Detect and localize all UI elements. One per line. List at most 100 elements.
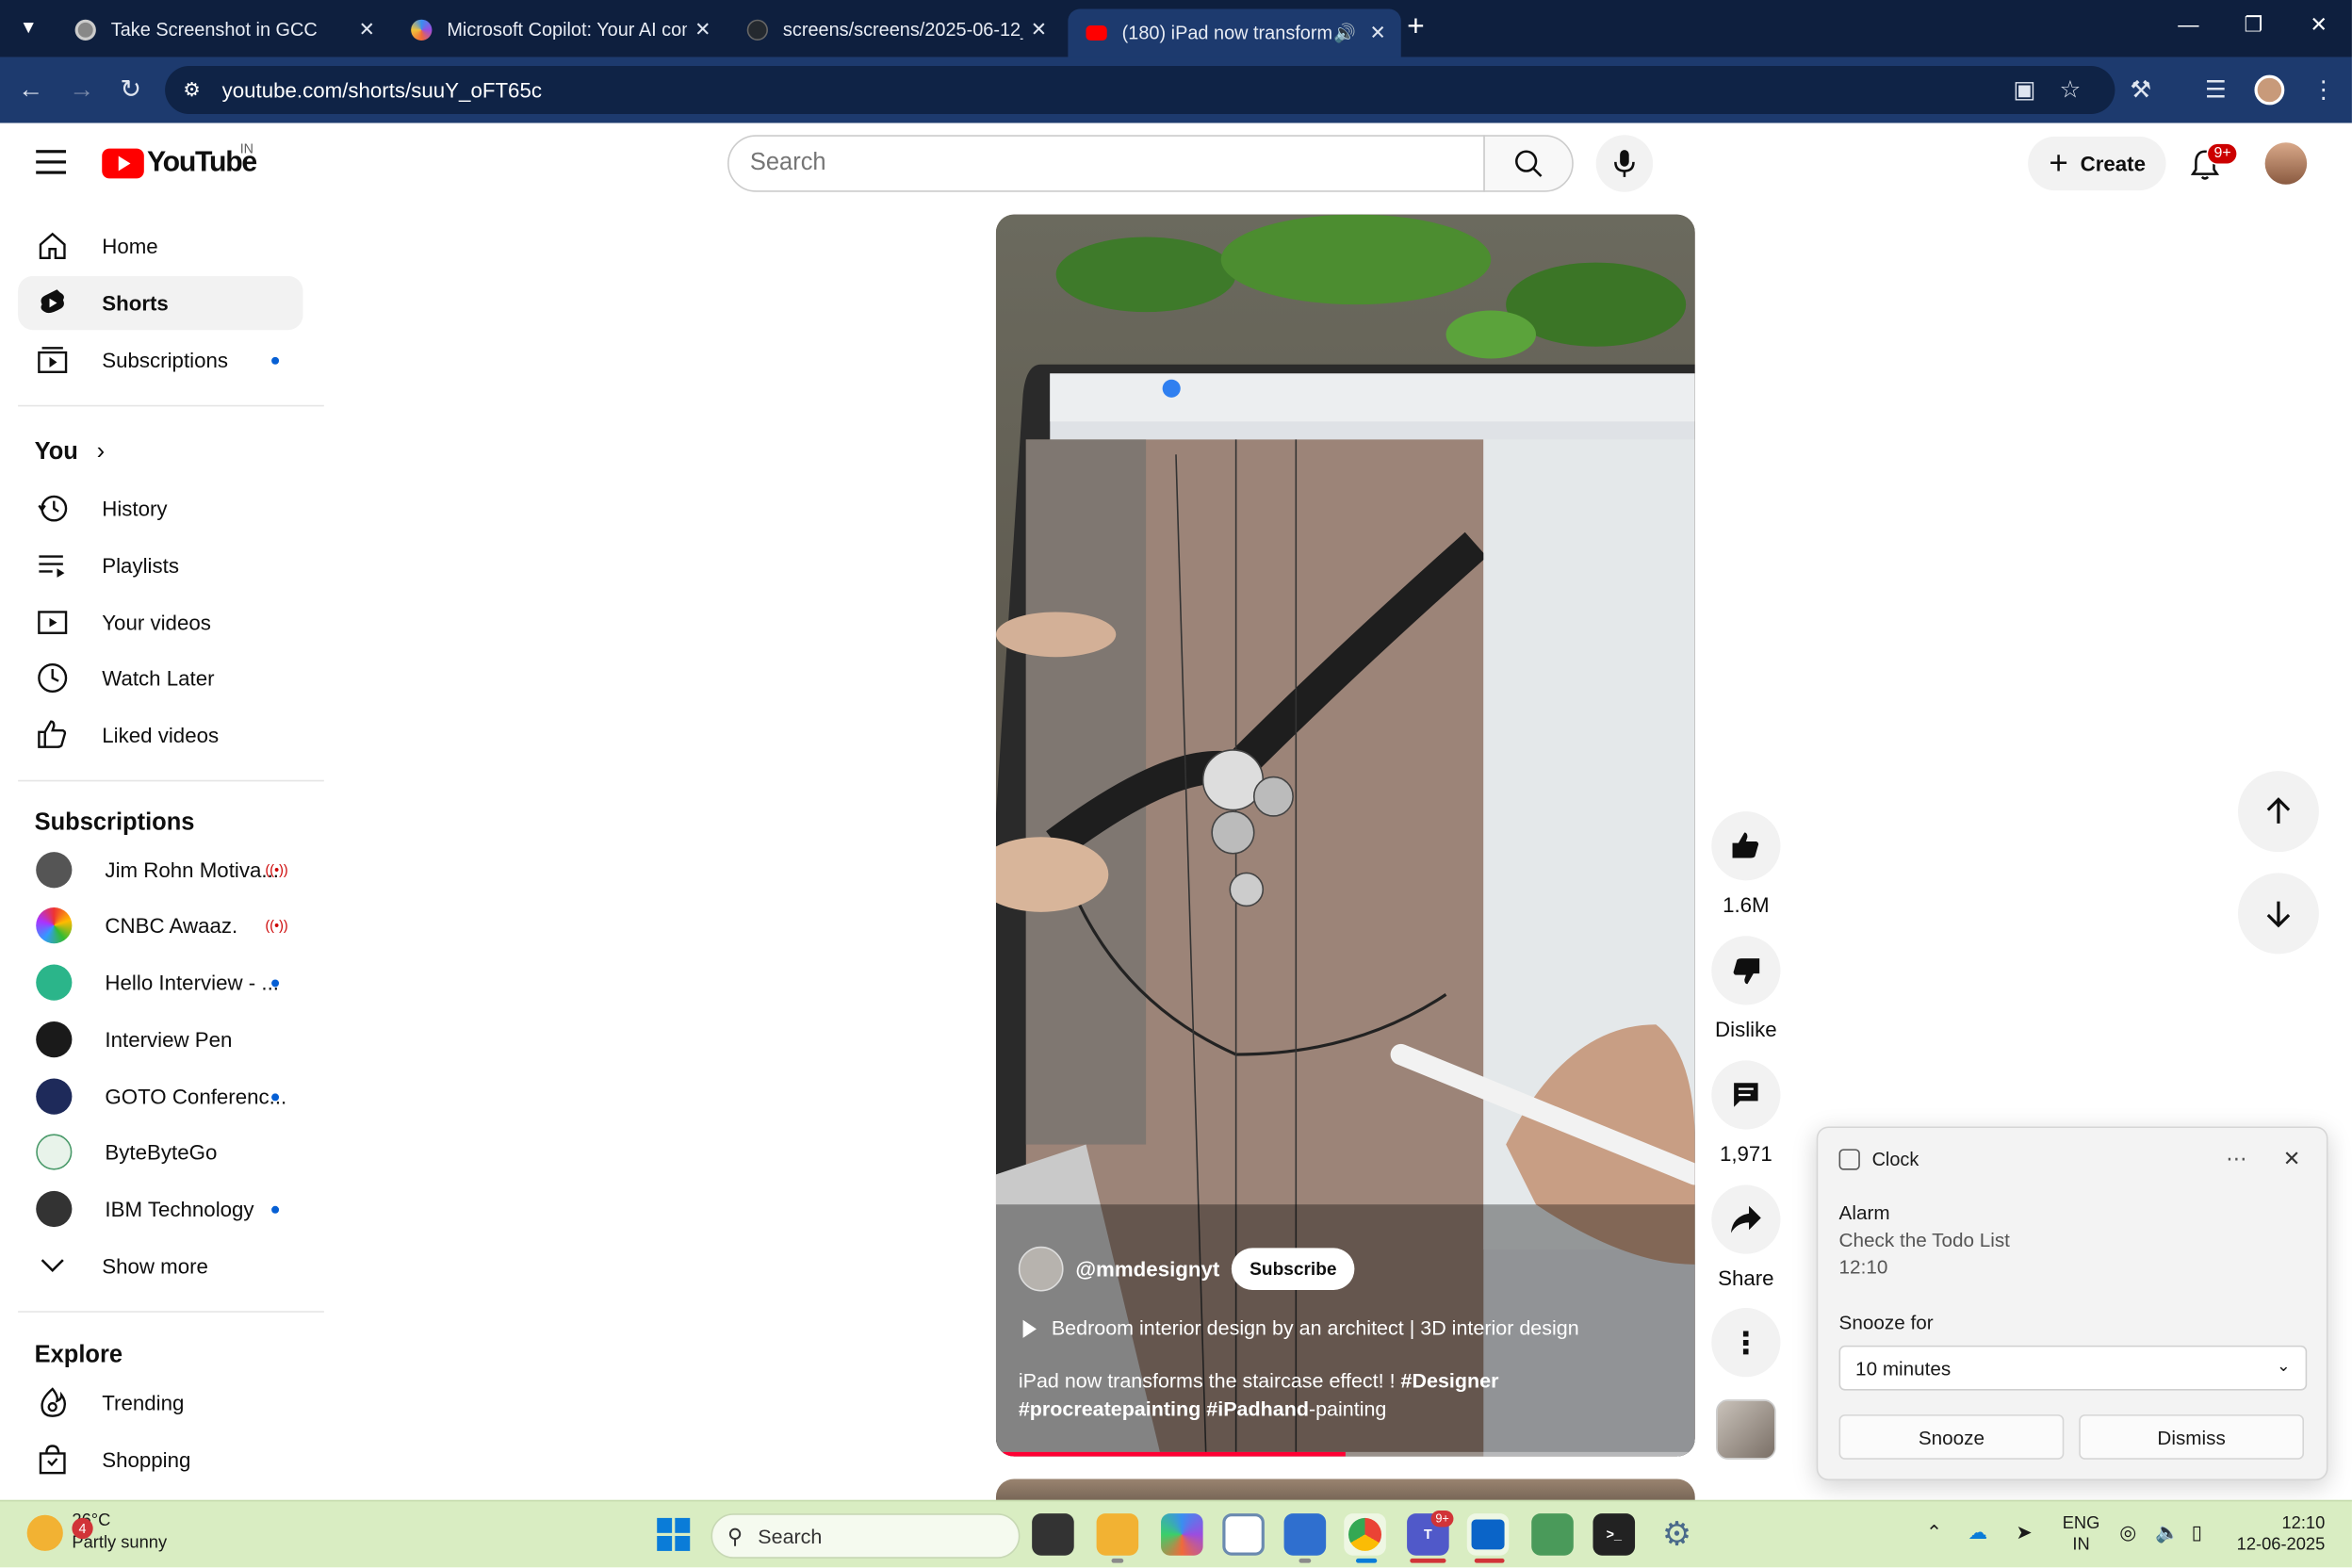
search-field[interactable] xyxy=(727,135,1485,192)
previous-short-button[interactable] xyxy=(2237,771,2319,853)
weather-widget[interactable]: 4 26°C Partly sunny xyxy=(26,1511,167,1556)
guide-menu-icon[interactable] xyxy=(36,150,67,174)
related-video-link[interactable]: Bedroom interior design by an architect … xyxy=(1022,1317,1579,1339)
address-bar[interactable]: ⚙ youtube.com/shorts/suuY_oFT65c xyxy=(165,66,2115,114)
sidebar-item-shorts[interactable]: Shorts xyxy=(18,275,303,331)
search-button[interactable] xyxy=(1483,135,1574,192)
wifi-icon[interactable]: ◎ xyxy=(2119,1521,2136,1544)
new-tab-button[interactable]: + xyxy=(1407,12,1425,42)
dismiss-button[interactable]: Dismiss xyxy=(2079,1414,2305,1460)
sidebar-item-subscriptions[interactable]: Subscriptions xyxy=(18,333,302,386)
back-icon[interactable]: ← xyxy=(18,75,43,106)
video-progress-bar[interactable] xyxy=(995,1451,1695,1457)
voice-search-button[interactable] xyxy=(1595,135,1654,192)
toast-close-icon[interactable]: ✕ xyxy=(2283,1146,2301,1171)
task-view-icon[interactable] xyxy=(1032,1513,1074,1556)
snooze-button[interactable]: Snooze xyxy=(1838,1414,2065,1460)
youtube-logo[interactable]: YouTube IN xyxy=(102,141,257,180)
microsoft-365-icon[interactable] xyxy=(1161,1513,1203,1556)
youtube-header: YouTube IN + Create 9+ xyxy=(0,122,2352,207)
minimize-icon[interactable]: — xyxy=(2178,12,2198,36)
close-tab-icon[interactable]: ✕ xyxy=(359,18,375,41)
close-tab-icon[interactable]: ✕ xyxy=(1369,21,1385,44)
like-button[interactable] xyxy=(1711,811,1781,881)
show-more-button[interactable]: Show more xyxy=(18,1239,302,1293)
channel-avatar xyxy=(36,852,73,889)
window-close-icon[interactable]: ✕ xyxy=(2310,12,2328,38)
subscription-channel-item[interactable]: Jim Rohn Motiva... ((•)) xyxy=(18,843,302,897)
sidebar-item-your-videos[interactable]: Your videos xyxy=(18,596,302,649)
comments-button[interactable] xyxy=(1711,1060,1781,1130)
clock-date: 12-06-2025 xyxy=(2236,1536,2326,1555)
onedrive-cloud-icon[interactable]: ☁ xyxy=(1968,1521,1987,1544)
remix-sound-thumbnail[interactable] xyxy=(1716,1399,1776,1460)
hashtag-link[interactable]: #Designer xyxy=(1401,1369,1499,1392)
window-app-icon[interactable] xyxy=(1222,1513,1265,1556)
shorts-video-player[interactable]: @mmdesignyt Subscribe Bedroom interior d… xyxy=(995,214,1695,1457)
site-info-icon[interactable]: ⚙ xyxy=(183,78,201,102)
subscription-channel-item[interactable]: GOTO Conferenc... xyxy=(18,1070,302,1123)
volume-icon[interactable]: 🔈 xyxy=(2155,1521,2180,1544)
subscribe-button[interactable]: Subscribe xyxy=(1232,1248,1355,1290)
sidebar-item-watch-later[interactable]: Watch Later xyxy=(18,651,302,705)
dislike-button[interactable] xyxy=(1711,936,1781,1005)
search-input[interactable] xyxy=(749,150,1456,177)
sidebar-item-home[interactable]: Home xyxy=(18,219,302,272)
hashtag-link[interactable]: #procreatepainting xyxy=(1019,1398,1200,1421)
subscription-channel-item[interactable]: Interview Pen xyxy=(18,1012,302,1066)
close-tab-icon[interactable]: ✕ xyxy=(694,18,710,41)
create-button[interactable]: + Create xyxy=(2028,136,2166,191)
channel-avatar[interactable] xyxy=(1018,1246,1064,1292)
editor-app-icon[interactable] xyxy=(1531,1513,1574,1556)
sidebar-item-shopping[interactable]: Shopping xyxy=(18,1432,302,1486)
bookmark-star-icon[interactable]: ☆ xyxy=(2060,75,2082,106)
settings-gear-icon[interactable]: ⚙ xyxy=(1656,1513,1698,1556)
sidebar-item-trending[interactable]: Trending xyxy=(18,1376,302,1429)
subscription-channel-item[interactable]: Hello Interview - ... xyxy=(18,956,302,1009)
sidebar-item-playlists[interactable]: Playlists xyxy=(18,538,302,592)
install-app-icon[interactable]: ▣ xyxy=(2013,75,2035,106)
hashtag-link[interactable]: #iPadhand xyxy=(1206,1398,1309,1421)
windows-start-icon[interactable] xyxy=(657,1517,691,1551)
photos-app-icon[interactable] xyxy=(1283,1513,1327,1556)
battery-icon[interactable]: ▯ xyxy=(2192,1521,2202,1544)
chrome-icon[interactable] xyxy=(1344,1513,1386,1556)
show-hidden-icons-chevron-icon[interactable]: ⌃ xyxy=(1926,1521,1942,1544)
media-controls-icon[interactable]: ☰ xyxy=(2205,75,2227,106)
file-explorer-icon[interactable] xyxy=(1096,1513,1139,1556)
terminal-icon[interactable]: >_ xyxy=(1592,1513,1636,1556)
account-avatar[interactable] xyxy=(2264,142,2308,185)
subscription-channel-item[interactable]: IBM Technology xyxy=(18,1182,302,1235)
taskbar-clock[interactable]: 12:10 12-06-2025 xyxy=(2232,1513,2326,1556)
sidebar-you-heading[interactable]: You › xyxy=(35,439,106,466)
toast-more-icon[interactable]: ⋯ xyxy=(2226,1146,2246,1171)
forward-icon[interactable]: → xyxy=(69,75,94,106)
subscription-channel-item[interactable]: CNBC Awaaz. ((•)) xyxy=(18,898,302,952)
browser-tab-active[interactable]: (180) iPad now transforms t 🔊 ✕ xyxy=(1068,8,1401,57)
share-button[interactable] xyxy=(1711,1184,1781,1254)
browser-profile-avatar[interactable] xyxy=(2254,74,2285,106)
extensions-icon[interactable]: ⚒ xyxy=(2130,75,2151,106)
outlook-icon[interactable] xyxy=(1466,1513,1510,1556)
sidebar-item-liked-videos[interactable]: Liked videos xyxy=(18,708,302,761)
reload-icon[interactable]: ↻ xyxy=(120,75,141,106)
input-language-indicator[interactable]: ENG IN xyxy=(2063,1513,2100,1556)
browser-tab[interactable]: Microsoft Copilot: Your AI comp ✕ xyxy=(393,9,726,52)
taskbar-search-box[interactable]: ⚲ Search xyxy=(710,1513,1021,1559)
next-short-button[interactable] xyxy=(2237,873,2319,955)
browser-tab[interactable]: Take Screenshot in GCC ✕ xyxy=(57,9,389,52)
browser-tab[interactable]: screens/screens/2025-06-12_09 ✕ xyxy=(729,9,1062,52)
subscription-channel-item[interactable]: ByteByteGo xyxy=(18,1125,302,1179)
browser-menu-icon[interactable]: ⋮ xyxy=(2311,75,2335,106)
sidebar-item-history[interactable]: History xyxy=(18,482,302,535)
tab-search-button[interactable]: ▼ xyxy=(12,10,45,43)
snooze-duration-select[interactable]: 10 minutes ⌄ xyxy=(1838,1345,2308,1391)
channel-handle[interactable]: @mmdesignyt xyxy=(1075,1257,1219,1281)
location-arrow-icon[interactable]: ➤ xyxy=(2016,1521,2032,1544)
close-tab-icon[interactable]: ✕ xyxy=(1031,18,1047,41)
audio-playing-icon[interactable]: 🔊 xyxy=(1333,23,1356,43)
restore-icon[interactable]: ❐ xyxy=(2244,12,2262,38)
toast-app-header: Clock xyxy=(1838,1149,1919,1170)
new-content-dot xyxy=(271,1092,280,1101)
more-options-button[interactable]: ⋮ xyxy=(1711,1308,1781,1378)
